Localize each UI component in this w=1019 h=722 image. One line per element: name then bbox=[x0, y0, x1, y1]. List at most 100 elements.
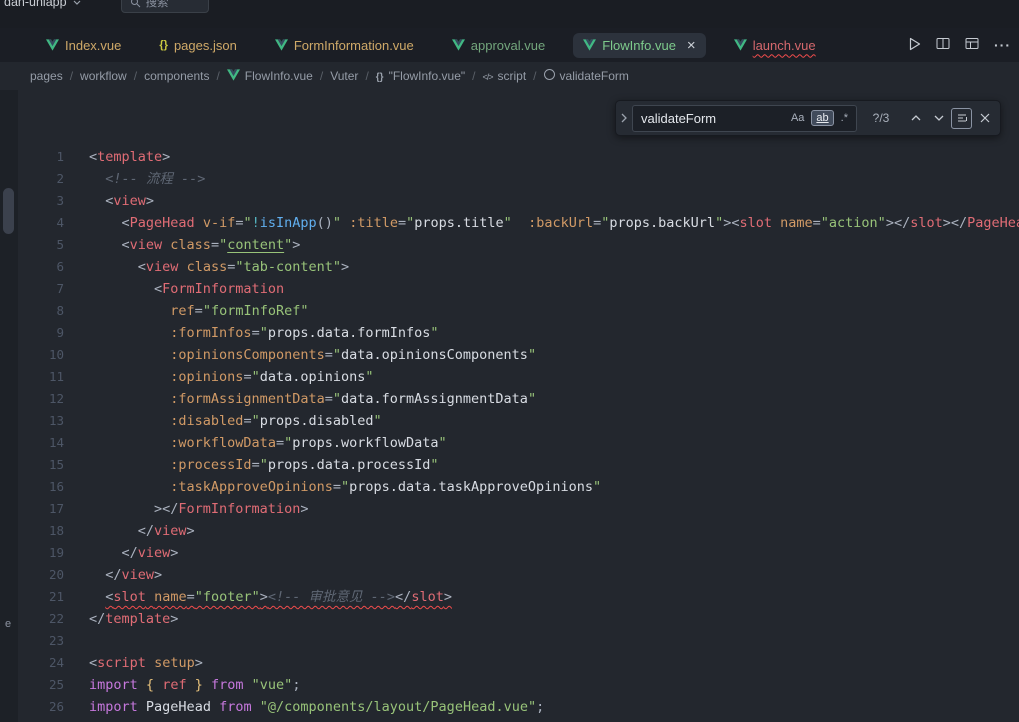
code-line-7[interactable]: 7 <FormInformation bbox=[18, 278, 1019, 300]
code-line-24[interactable]: 24<script setup> bbox=[18, 652, 1019, 674]
code-token: props.backUrl bbox=[609, 215, 715, 231]
line-content: import PageHead from "@/components/layou… bbox=[64, 696, 544, 718]
code-line-8[interactable]: 8 ref="formInfoRef" bbox=[18, 300, 1019, 322]
breadcrumb-item-pages[interactable]: pages bbox=[30, 69, 63, 83]
find-options: Aa ab .* bbox=[786, 110, 853, 126]
line-content: </view> bbox=[64, 542, 178, 564]
code-line-1[interactable]: 1<template> bbox=[18, 146, 1019, 168]
breadcrumb-item-vuter[interactable]: Vuter bbox=[330, 69, 358, 83]
code-token: :opinions bbox=[170, 369, 243, 385]
project-menu[interactable]: dan-uniapp bbox=[4, 0, 81, 9]
tab-launch-vue[interactable]: launch.vue bbox=[724, 33, 826, 58]
code-token: " bbox=[374, 413, 382, 429]
code-token bbox=[89, 479, 170, 495]
search-icon bbox=[130, 0, 141, 8]
vue-logo-icon bbox=[46, 39, 59, 51]
more-actions-button[interactable]: ··· bbox=[994, 37, 1011, 53]
code-token: data.opinionsComponents bbox=[341, 347, 528, 363]
breadcrumb-item-components[interactable]: components bbox=[144, 69, 209, 83]
code-line-11[interactable]: 11 :opinions="data.opinions" bbox=[18, 366, 1019, 388]
code-line-20[interactable]: 20 </view> bbox=[18, 564, 1019, 586]
regex-toggle[interactable]: .* bbox=[836, 110, 853, 126]
code-token: < bbox=[89, 655, 97, 671]
code-line-19[interactable]: 19 </view> bbox=[18, 542, 1019, 564]
code-line-12[interactable]: 12 :formAssignmentData="data.formAssignm… bbox=[18, 388, 1019, 410]
tab-flowinfo-vue[interactable]: FlowInfo.vue× bbox=[573, 33, 705, 58]
code-token: slot bbox=[113, 589, 146, 605]
find-in-selection-button[interactable] bbox=[951, 108, 972, 129]
editor-actions: ··· bbox=[908, 37, 1013, 54]
code-line-5[interactable]: 5 <view class="content"> bbox=[18, 234, 1019, 256]
line-number: 12 bbox=[18, 388, 64, 410]
code-area[interactable]: 1<template>2 <!-- 流程 -->3 <view>4 <PageH… bbox=[18, 90, 1019, 722]
code-line-13[interactable]: 13 :disabled="props.disabled" bbox=[18, 410, 1019, 432]
find-previous-button[interactable] bbox=[905, 108, 926, 129]
breadcrumb-label: Vuter bbox=[330, 69, 358, 83]
code-token: name bbox=[154, 589, 187, 605]
find-close-button[interactable] bbox=[974, 108, 995, 129]
code-token: = bbox=[333, 479, 341, 495]
code-line-23[interactable]: 23 bbox=[18, 630, 1019, 652]
code-line-18[interactable]: 18 </view> bbox=[18, 520, 1019, 542]
tab-approval-vue[interactable]: approval.vue bbox=[442, 33, 555, 58]
code-token: template bbox=[97, 149, 162, 165]
breadcrumb-item-workflow[interactable]: workflow bbox=[80, 69, 127, 83]
run-button[interactable] bbox=[908, 37, 921, 54]
tab-index-vue[interactable]: Index.vue bbox=[36, 33, 131, 58]
code-line-22[interactable]: 22</template> bbox=[18, 608, 1019, 630]
code-line-9[interactable]: 9 :formInfos="props.data.formInfos" bbox=[18, 322, 1019, 344]
panel-drag-handle[interactable] bbox=[3, 188, 14, 234]
search-label: 搜索 bbox=[146, 0, 169, 10]
split-editor-button[interactable] bbox=[936, 37, 950, 53]
code-token: :opinionsComponents bbox=[170, 347, 324, 363]
breadcrumb-item-validateform[interactable]: validateForm bbox=[544, 69, 629, 83]
breadcrumb-item-script[interactable]: </>script bbox=[482, 69, 526, 83]
breadcrumb-item-flowinfo-vue[interactable]: {}"FlowInfo.vue" bbox=[376, 69, 465, 83]
vue-logo-icon bbox=[734, 39, 747, 51]
code-token bbox=[89, 413, 170, 429]
breadcrumb-item-flowinfo-vue[interactable]: FlowInfo.vue bbox=[227, 69, 313, 84]
code-editor[interactable]: e 1<template>2 <!-- 流程 -->3 <view>4 <Pag… bbox=[0, 90, 1019, 722]
find-query-input[interactable] bbox=[641, 111, 786, 126]
vue-icon bbox=[227, 69, 240, 84]
code-line-17[interactable]: 17 ></FormInformation> bbox=[18, 498, 1019, 520]
code-line-2[interactable]: 2 <!-- 流程 --> bbox=[18, 168, 1019, 190]
code-token: props.data.formInfos bbox=[268, 325, 431, 341]
code-line-21[interactable]: 21 <slot name="footer"><!-- 审批意见 --></sl… bbox=[18, 586, 1019, 608]
code-line-14[interactable]: 14 :workflowData="props.workflowData" bbox=[18, 432, 1019, 454]
line-content: <slot name="footer"><!-- 审批意见 --></slot> bbox=[64, 586, 452, 608]
whole-word-toggle[interactable]: ab bbox=[811, 110, 833, 126]
braces-icon: {} bbox=[376, 69, 384, 83]
code-token: </ bbox=[89, 567, 122, 583]
code-token: " bbox=[430, 457, 438, 473]
code-token: props.workflowData bbox=[292, 435, 438, 451]
tab-pages-json[interactable]: {}pages.json bbox=[149, 33, 246, 58]
code-token: " bbox=[528, 347, 536, 363]
toggle-replace-button[interactable] bbox=[616, 101, 632, 135]
open-editor-tabs: Index.vue {}pages.json FormInformation.vue… bbox=[36, 33, 844, 58]
code-line-25[interactable]: 25import { ref } from "vue"; bbox=[18, 674, 1019, 696]
code-token: <!-- 审批意见 --> bbox=[268, 589, 395, 605]
code-token: import bbox=[89, 677, 138, 693]
code-token bbox=[195, 215, 203, 231]
code-token: < bbox=[89, 237, 130, 253]
tab-forminformation-vue[interactable]: FormInformation.vue bbox=[265, 33, 424, 58]
close-icon[interactable]: × bbox=[687, 38, 696, 53]
code-line-16[interactable]: 16 :taskApproveOpinions="props.data.task… bbox=[18, 476, 1019, 498]
code-token: " bbox=[252, 369, 260, 385]
symbol-method-icon bbox=[544, 69, 555, 83]
match-case-toggle[interactable]: Aa bbox=[786, 110, 809, 126]
line-number: 18 bbox=[18, 520, 64, 542]
find-input-box[interactable]: Aa ab .* bbox=[632, 105, 857, 132]
code-line-15[interactable]: 15 :processId="props.data.processId" bbox=[18, 454, 1019, 476]
find-next-button[interactable] bbox=[928, 108, 949, 129]
code-token: </ bbox=[89, 545, 138, 561]
code-line-3[interactable]: 3 <view> bbox=[18, 190, 1019, 212]
code-line-10[interactable]: 10 :opinionsComponents="data.opinionsCom… bbox=[18, 344, 1019, 366]
code-line-4[interactable]: 4 <PageHead v-if="!isInApp()" :title="pr… bbox=[18, 212, 1019, 234]
global-search-box[interactable]: 搜索 bbox=[121, 0, 209, 13]
code-line-6[interactable]: 6 <view class="tab-content"> bbox=[18, 256, 1019, 278]
code-line-26[interactable]: 26import PageHead from "@/components/lay… bbox=[18, 696, 1019, 718]
line-number: 1 bbox=[18, 146, 64, 168]
customize-layout-button[interactable] bbox=[965, 37, 979, 53]
